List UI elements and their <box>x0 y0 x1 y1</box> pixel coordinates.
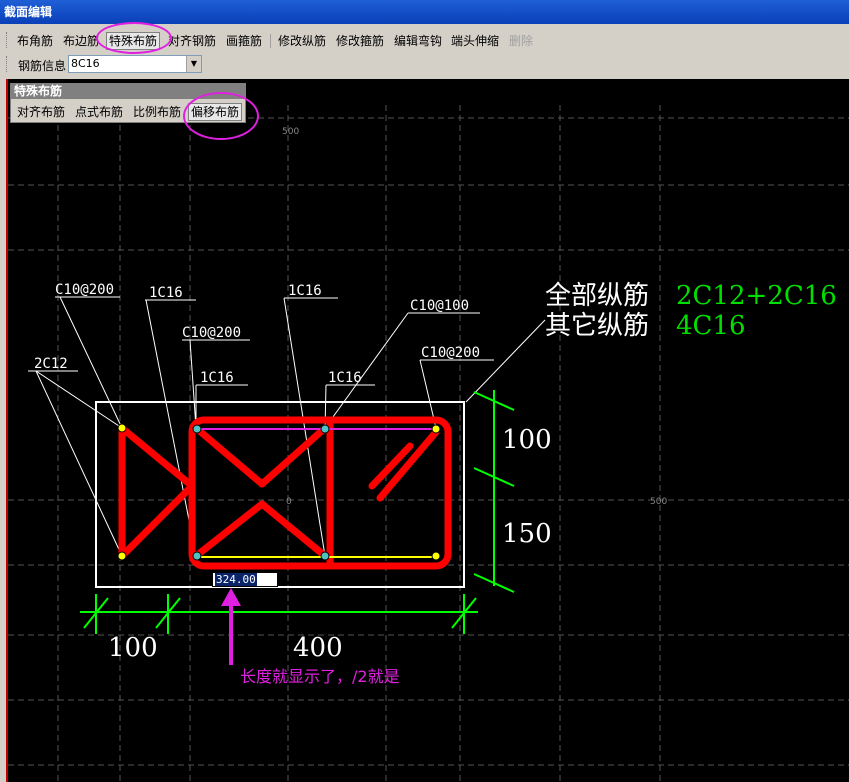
annotation-c10-200-a: C10@200 <box>55 282 114 298</box>
ratio-layout-button[interactable]: 比例布筋 <box>133 103 181 121</box>
pointer-arrow <box>221 588 241 665</box>
summary-all-label: 全部纵筋 <box>545 281 649 311</box>
length-input-value: 324.00 <box>215 573 257 586</box>
dim-right-bottom: 150 <box>502 519 552 549</box>
note-text: 长度就显示了，/2就是 <box>240 667 400 686</box>
annotation-1c16-a: 1C16 <box>149 285 183 301</box>
rebar-stirrups <box>118 416 452 570</box>
leader-lines <box>28 296 546 557</box>
point-layout-button[interactable]: 点式布筋 <box>75 103 123 121</box>
annotation-c10-200-b: C10@200 <box>182 325 241 341</box>
annotation-1c16-c: 1C16 <box>288 283 322 299</box>
annotation-2c12: 2C12 <box>34 356 68 372</box>
dim-bottom-left: 100 <box>108 633 158 663</box>
axis-label-center: 0 <box>286 497 292 507</box>
annotation-1c16-d: 1C16 <box>328 370 362 386</box>
dim-bottom-right: 400 <box>293 633 343 663</box>
axis-label-top: 500 <box>282 127 299 137</box>
rebar-dots <box>117 423 441 561</box>
dim-right-top: 100 <box>502 425 552 455</box>
annotation-1c16-b: 1C16 <box>200 370 234 386</box>
summary-all-value: 2C12+2C16 <box>676 281 837 311</box>
align-layout-button[interactable]: 对齐布筋 <box>17 103 65 121</box>
highlight-circle-panel <box>183 92 259 140</box>
length-input[interactable]: 324.00 <box>212 572 278 587</box>
axis-label-right: 500 <box>650 497 667 507</box>
highlight-circle-toolbar <box>96 22 172 54</box>
annotation-c10-100: C10@100 <box>410 298 469 314</box>
annotation-c10-200-c: C10@200 <box>421 345 480 361</box>
summary-other-value: 4C16 <box>676 311 746 341</box>
summary-other-label: 其它纵筋 <box>545 311 649 341</box>
